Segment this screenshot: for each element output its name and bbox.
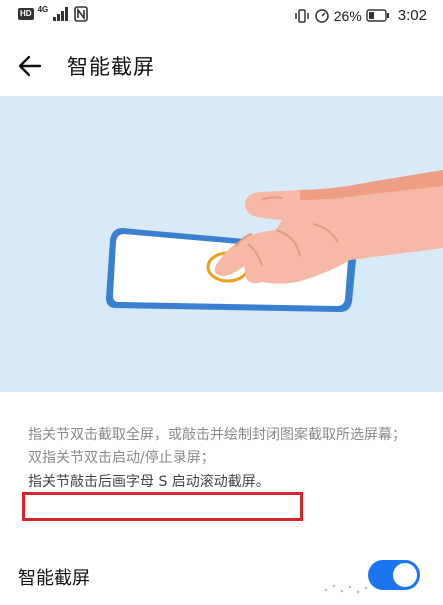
status-right: 26% 3:02 bbox=[294, 7, 427, 24]
app-bar: 智能截屏 bbox=[0, 34, 443, 96]
arrow-left-icon bbox=[18, 55, 42, 77]
description-line-3: 指关节敲击后画字母 S 启动滚动截屏。 bbox=[28, 474, 270, 490]
status-bar: HD 4G 26% 3:02 bbox=[0, 0, 443, 34]
status-left: HD 4G bbox=[18, 4, 89, 22]
description-line-1: 指关节双击截取全屏，或敲击并绘制封闭图案截取所选屏幕； bbox=[28, 427, 406, 443]
back-button[interactable] bbox=[12, 48, 48, 84]
watermark-dots bbox=[324, 584, 368, 594]
network-type-label: 4G bbox=[37, 4, 49, 14]
hand-illustration bbox=[214, 170, 443, 284]
highlight-annotation-box bbox=[22, 492, 303, 521]
phone-hand-graphic bbox=[106, 170, 443, 312]
gesture-description: 指关节双击截取全屏，或敲击并绘制封闭图案截取所选屏幕； 双指关节双击启动/停止录… bbox=[28, 426, 420, 492]
page-title: 智能截屏 bbox=[67, 55, 155, 79]
vibrate-icon bbox=[295, 8, 309, 23]
signal-icon bbox=[53, 7, 69, 21]
clock-time: 3:02 bbox=[397, 7, 427, 24]
battery-icon bbox=[366, 9, 389, 22]
battery-percent: 26% bbox=[333, 7, 362, 24]
knuckle-screenshot-illustration bbox=[0, 96, 443, 392]
data-saver-icon bbox=[315, 8, 329, 23]
description-line-2: 双指关节双击启动/停止录屏； bbox=[28, 450, 215, 466]
setting-label: 智能截屏 bbox=[18, 568, 90, 589]
hd-icon: HD bbox=[18, 8, 34, 20]
nfc-icon bbox=[74, 6, 89, 22]
